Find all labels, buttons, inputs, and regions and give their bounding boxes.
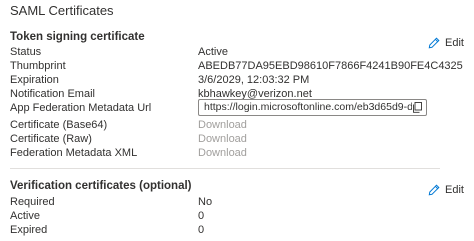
cert-raw-label: Certificate (Raw)	[10, 133, 92, 145]
token-section-title: Token signing certificate	[10, 31, 145, 43]
status-value: Active	[198, 46, 228, 58]
cert-raw-download-link[interactable]: Download	[198, 132, 247, 146]
metadata-url-value: https://login.microsoftonline.com/eb3d65…	[204, 101, 412, 113]
thumbprint-row: Thumbprint ABEDB77DA95EBD98610F7866F4241…	[10, 59, 463, 73]
copy-icon[interactable]	[412, 102, 423, 113]
federation-xml-download-link[interactable]: Download	[198, 146, 247, 160]
verification-section-title: Verification certificates (optional)	[10, 180, 192, 192]
page-title: SAML Certificates	[10, 3, 114, 18]
metadata-url-label: App Federation Metadata Url	[10, 102, 152, 114]
required-value: No	[198, 196, 213, 208]
status-label: Status	[10, 46, 42, 58]
section-divider	[10, 168, 440, 169]
required-label: Required	[10, 196, 55, 208]
federation-xml-row: Federation Metadata XML Download	[10, 146, 450, 160]
thumbprint-label: Thumbprint	[10, 60, 66, 72]
expiration-label: Expiration	[10, 74, 59, 86]
expired-row: Expired 0	[10, 223, 450, 237]
expiration-value: 3/6/2029, 12:03:32 PM	[198, 74, 310, 86]
active-label: Active	[10, 210, 40, 222]
notification-email-label: Notification Email	[10, 88, 95, 100]
cert-raw-row: Certificate (Raw) Download	[10, 132, 450, 146]
active-value: 0	[198, 210, 205, 222]
cert-base64-label: Certificate (Base64)	[10, 119, 108, 131]
cert-base64-row: Certificate (Base64) Download	[10, 118, 450, 132]
expiration-row: Expiration 3/6/2029, 12:03:32 PM	[10, 73, 450, 87]
status-row: Status Active	[10, 45, 450, 59]
federation-xml-label: Federation Metadata XML	[10, 147, 138, 159]
active-row: Active 0	[10, 209, 450, 223]
expired-value: 0	[198, 224, 205, 236]
expired-label: Expired	[10, 224, 48, 236]
metadata-url-field[interactable]: https://login.microsoftonline.com/eb3d65…	[198, 99, 427, 116]
required-row: Required No	[10, 195, 450, 209]
thumbprint-value: ABEDB77DA95EBD98610F7866F4241B90FE4C4325	[198, 60, 463, 72]
cert-base64-download-link[interactable]: Download	[198, 118, 247, 132]
